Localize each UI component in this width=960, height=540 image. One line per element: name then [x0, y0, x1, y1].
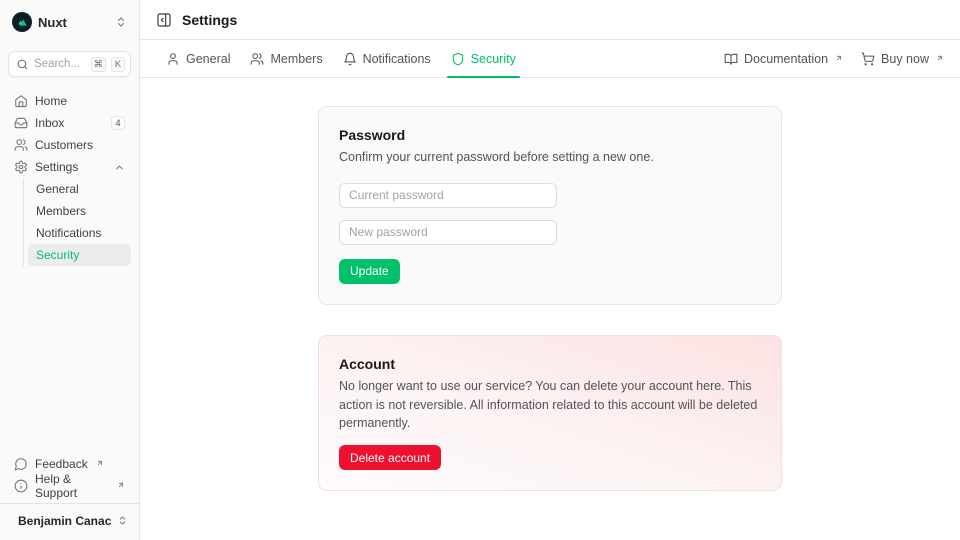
sidebar-item-inbox[interactable]: Inbox 4	[8, 112, 131, 134]
tab-label: Members	[270, 52, 322, 66]
info-icon	[14, 479, 28, 493]
kbd-meta: ⌘	[91, 57, 107, 72]
sidebar-item-label: Settings	[35, 160, 107, 174]
bell-icon	[343, 52, 357, 66]
external-link-icon	[117, 481, 125, 489]
gear-icon	[14, 160, 28, 174]
documentation-link[interactable]: Documentation	[724, 52, 843, 66]
tab-members[interactable]: Members	[240, 40, 332, 77]
chevrons-up-down-icon	[117, 515, 128, 526]
book-open-icon	[724, 52, 738, 66]
header-links: Documentation Buy now	[724, 40, 944, 77]
user-icon	[166, 52, 180, 66]
link-label: Documentation	[744, 52, 828, 66]
external-link-icon	[96, 459, 104, 467]
card-title: Account	[339, 356, 761, 372]
sidebar-item-label: Customers	[35, 138, 125, 152]
workspace-switcher[interactable]: Nuxt	[8, 8, 131, 36]
tabs: General Members Notifications Security	[156, 40, 526, 77]
sidebar: Nuxt Search... ⌘ K Home Inbox 4	[0, 0, 140, 540]
inbox-count-badge: 4	[111, 116, 125, 130]
update-password-button[interactable]: Update	[339, 259, 400, 284]
settings-security-content: Password Confirm your current password b…	[140, 78, 960, 540]
tab-label: Notifications	[363, 52, 431, 66]
user-menu[interactable]: Benjamin Canac	[8, 504, 131, 532]
card-title: Password	[339, 127, 761, 143]
chevrons-up-down-icon	[115, 16, 127, 28]
card-description: No longer want to use our service? You c…	[339, 377, 761, 433]
external-link-icon	[835, 54, 843, 62]
sidebar-item-label: Feedback	[35, 457, 88, 471]
tab-general[interactable]: General	[156, 40, 240, 77]
users-icon	[14, 138, 28, 152]
main-area: Settings General Members Notifications	[140, 0, 960, 540]
sidebar-item-label: Security	[36, 248, 79, 262]
collapse-sidebar-icon[interactable]	[156, 12, 172, 28]
kbd-k: K	[111, 57, 125, 72]
cart-icon	[861, 52, 875, 66]
sidebar-item-customers[interactable]: Customers	[8, 134, 131, 156]
home-icon	[14, 94, 28, 108]
sidebar-item-label: General	[36, 182, 79, 196]
inbox-icon	[14, 116, 28, 130]
sidebar-item-general[interactable]: General	[28, 178, 131, 200]
settings-subnav: General Members Notifications Security	[23, 178, 131, 266]
sidebar-item-label: Inbox	[35, 116, 104, 130]
sidebar-item-security[interactable]: Security	[28, 244, 131, 266]
page-header: Settings	[140, 0, 960, 40]
chevron-up-icon	[114, 162, 125, 173]
buy-now-link[interactable]: Buy now	[861, 52, 944, 66]
tab-label: Security	[471, 52, 516, 66]
sidebar-item-label: Members	[36, 204, 86, 218]
tab-notifications[interactable]: Notifications	[333, 40, 441, 77]
workspace-name: Nuxt	[38, 15, 109, 30]
sidebar-item-label: Home	[35, 94, 125, 108]
sidebar-item-label: Help & Support	[35, 472, 109, 500]
delete-account-button[interactable]: Delete account	[339, 445, 441, 470]
sidebar-item-settings[interactable]: Settings	[8, 156, 131, 178]
password-card: Password Confirm your current password b…	[318, 106, 782, 305]
sidebar-item-help-support[interactable]: Help & Support	[8, 475, 131, 497]
user-name: Benjamin Canac	[18, 514, 111, 528]
users-icon	[250, 52, 264, 66]
nuxt-logo-icon	[12, 12, 32, 32]
current-password-field[interactable]	[339, 183, 557, 208]
card-description: Confirm your current password before set…	[339, 148, 761, 167]
sidebar-item-home[interactable]: Home	[8, 90, 131, 112]
search-placeholder: Search...	[34, 58, 86, 70]
search-input[interactable]: Search... ⌘ K	[8, 51, 131, 77]
chat-bubble-icon	[14, 457, 28, 471]
external-link-icon	[936, 54, 944, 62]
sidebar-item-members[interactable]: Members	[28, 200, 131, 222]
shield-icon	[451, 52, 465, 66]
sidebar-item-label: Notifications	[36, 226, 101, 240]
tab-label: General	[186, 52, 230, 66]
search-icon	[16, 58, 29, 71]
tabbar: General Members Notifications Security	[140, 40, 960, 78]
sidebar-item-notifications[interactable]: Notifications	[28, 222, 131, 244]
tab-security[interactable]: Security	[441, 40, 526, 77]
link-label: Buy now	[881, 52, 929, 66]
account-danger-card: Account No longer want to use our servic…	[318, 335, 782, 491]
page-title: Settings	[182, 12, 237, 28]
sidebar-nav: Home Inbox 4 Customers Settings Genera	[8, 90, 131, 266]
sidebar-spacer	[8, 266, 131, 453]
new-password-field[interactable]	[339, 220, 557, 245]
